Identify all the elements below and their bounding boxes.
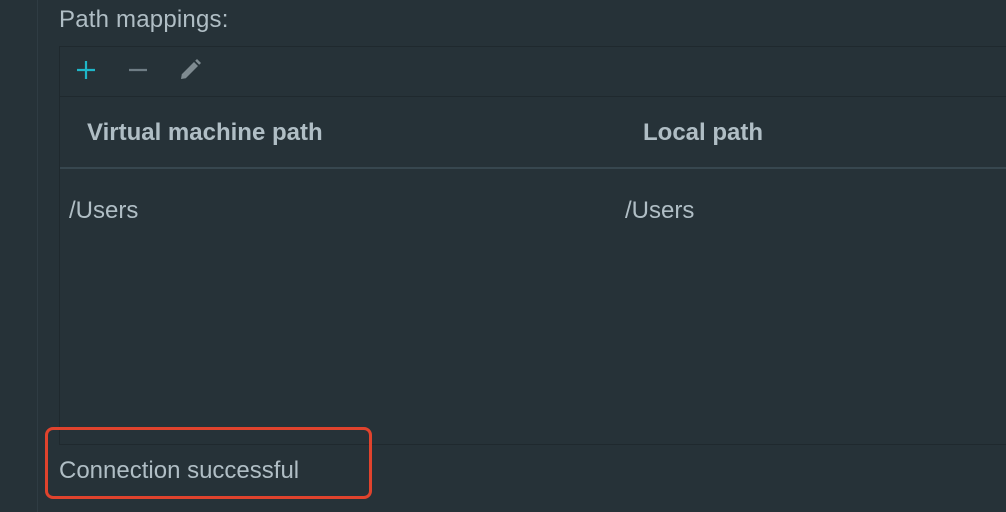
add-mapping-button[interactable] (70, 57, 102, 87)
plus-icon (74, 58, 98, 87)
remove-mapping-button[interactable] (122, 57, 154, 87)
cell-vm-path: /Users (69, 197, 139, 224)
minus-icon (126, 58, 150, 87)
highlight-annotation (45, 427, 372, 499)
edit-mapping-button[interactable] (174, 57, 206, 87)
table-toolbar (60, 47, 1006, 97)
table-row[interactable]: /Users /Users (60, 173, 1006, 249)
cell-local-path: /Users (625, 197, 695, 224)
path-mappings-label: Path mappings: (59, 6, 229, 33)
path-mappings-dialog: Path mappings: Virtual machine path Loca… (0, 0, 1006, 512)
path-mappings-table-panel: Virtual machine path Local path /Users /… (59, 46, 1006, 445)
column-header-local-path[interactable]: Local path (643, 119, 763, 147)
column-header-virtual-machine-path[interactable]: Virtual machine path (87, 119, 323, 147)
left-gutter (0, 0, 38, 512)
table-header: Virtual machine path Local path (60, 97, 1006, 169)
pencil-icon (177, 57, 203, 88)
